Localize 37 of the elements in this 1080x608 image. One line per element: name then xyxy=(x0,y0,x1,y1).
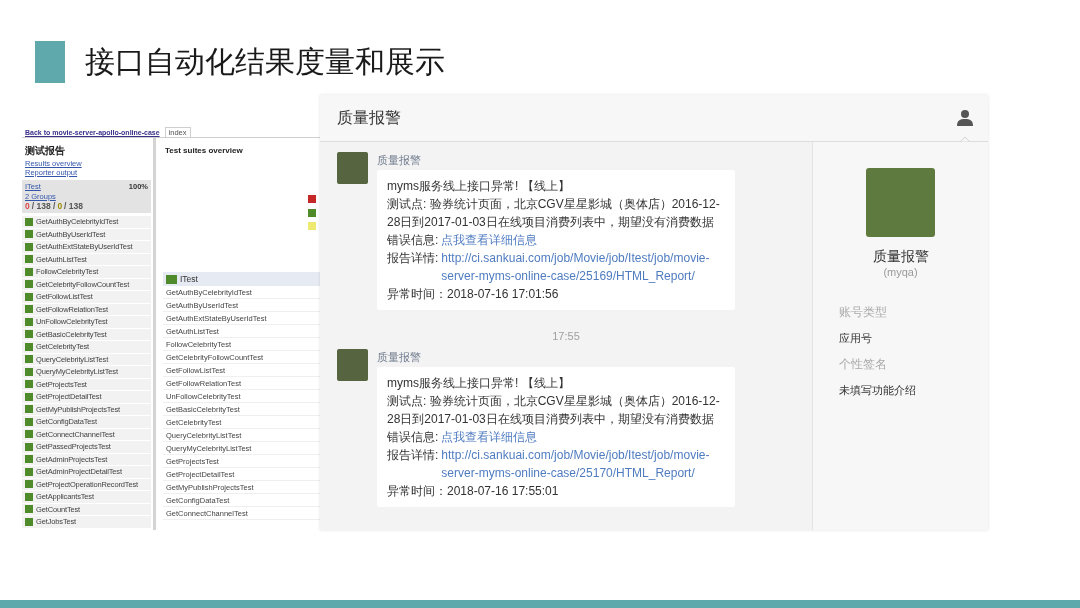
slide-title: 接口自动化结果度量和展示 xyxy=(85,44,445,80)
profile-field-value: 应用号 xyxy=(839,331,872,346)
message-text: myms服务线上接口异常! 【线上】 xyxy=(387,178,571,195)
count-text: 0 xyxy=(57,202,63,211)
message-link[interactable]: http://ci.sankuai.com/job/Movie/job/Itest/job/movie-server-myms-online-case/25169/HTML_Report/ xyxy=(441,249,725,285)
avatar-photo-placeholder[interactable] xyxy=(337,349,368,381)
field-label: 报告详情: xyxy=(387,250,439,267)
report-heading: 测试报告 xyxy=(24,144,66,157)
message-text: 异常时间：2018-07-16 17:01:56 xyxy=(387,286,560,303)
count-text: / 138 / xyxy=(31,202,56,211)
profile-field-label: 个性签名 xyxy=(839,356,887,372)
profile-name: 质量报警 xyxy=(872,247,929,265)
message-text: myms服务线上接口异常! 【线上】 xyxy=(387,375,571,392)
field-label: 报告详情: xyxy=(387,447,439,464)
message-text: 异常时间：2018-07-16 17:55:01 xyxy=(387,483,560,500)
profile-account: (myqa) xyxy=(883,265,918,279)
title-accent-bar xyxy=(35,41,65,83)
field-label: 错误信息: xyxy=(387,429,439,446)
sender-name: 质量报警 xyxy=(377,153,421,167)
message-link[interactable]: http://ci.sankuai.com/job/Movie/job/Itest/job/movie-server-myms-online-case/25170/HTML_Report/ xyxy=(441,446,725,482)
profile-field-value: 未填写功能介绍 xyxy=(839,383,916,398)
message-time: 17:55 xyxy=(552,329,580,343)
message-text: 测试点: 验券统计页面，北京CGV星星影城（奥体店）2016-12-28日到2017-01-03日在线项目消费列表中，期望没有消费数据 xyxy=(387,393,721,428)
message-text: 测试点: 验券统计页面，北京CGV星星影城（奥体店）2016-12-28日到2017-01-03日在线项目消费列表中，期望没有消费数据 xyxy=(387,196,721,231)
count-text: 0 xyxy=(25,202,30,211)
count-text: / 138 xyxy=(64,202,83,211)
overview-heading: Test suites overview xyxy=(164,145,244,156)
suite-name: ITest xyxy=(180,274,198,284)
user-icon[interactable] xyxy=(957,110,973,126)
profile-field-label: 账号类型 xyxy=(839,304,887,320)
message-link[interactable]: 点我查看详细信息 xyxy=(441,231,538,249)
avatar-photo-placeholder[interactable] xyxy=(337,152,368,184)
message-link[interactable]: 点我查看详细信息 xyxy=(441,428,538,446)
chat-title: 质量报警 xyxy=(337,108,401,128)
field-label: 错误信息: xyxy=(387,232,439,249)
sender-name: 质量报警 xyxy=(377,350,421,364)
profile-photo-placeholder xyxy=(866,168,935,237)
